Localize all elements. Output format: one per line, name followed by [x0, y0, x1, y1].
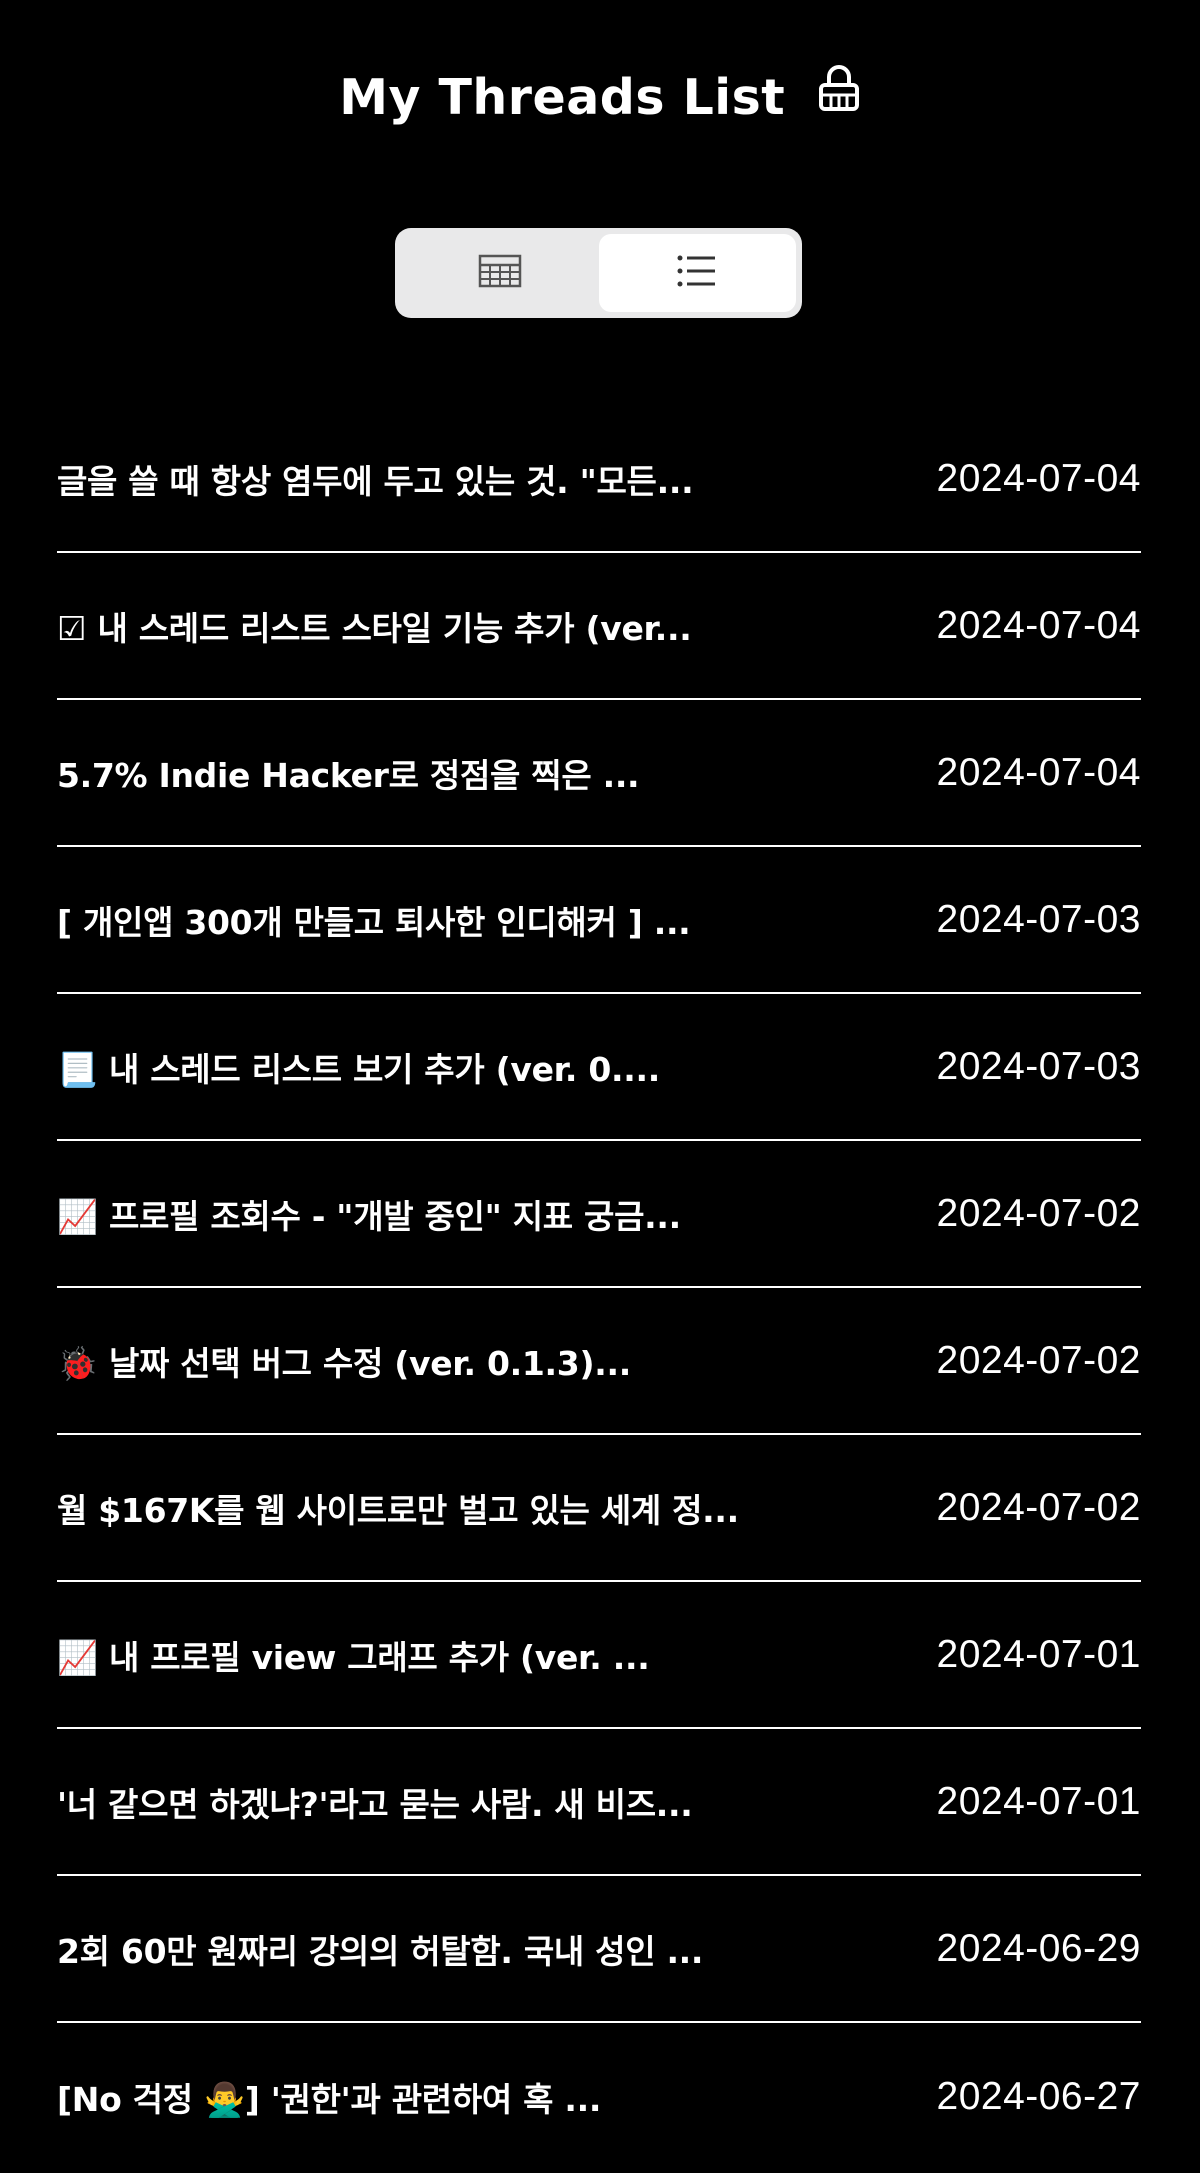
- thread-row[interactable]: '너 같으면 하겠냐?'라고 묻는 사람. 새 비즈... 2024-07-01: [57, 1729, 1141, 1876]
- thread-title: '너 같으면 하겠냐?'라고 묻는 사람. 새 비즈...: [57, 1784, 693, 1824]
- view-toggle: [395, 228, 802, 318]
- thread-title: 글을 쓸 때 항상 염두에 두고 있는 것. "모든...: [57, 461, 694, 501]
- thread-row[interactable]: [ 개인앱 300개 만들고 퇴사한 인디해커 ] ... 2024-07-03: [57, 847, 1141, 994]
- thread-date: 2024-07-02: [936, 1338, 1141, 1382]
- thread-date: 2024-06-27: [936, 2074, 1141, 2118]
- thread-row[interactable]: 2회 60만 원짜리 강의의 허탈함. 국내 성인 ... 2024-06-29: [57, 1876, 1141, 2023]
- thread-row[interactable]: 5.7% Indie Hacker로 정점을 찍은 ... 2024-07-04: [57, 700, 1141, 847]
- thread-row[interactable]: 월 $167K를 웹 사이트로만 벌고 있는 세계 정... 2024-07-0…: [57, 1435, 1141, 1582]
- list-icon: [677, 254, 717, 292]
- thread-date: 2024-07-04: [936, 750, 1141, 794]
- thread-title: 5.7% Indie Hacker로 정점을 찍은 ...: [57, 755, 640, 795]
- thread-date: 2024-07-01: [936, 1632, 1141, 1676]
- thread-title: 📈 내 프로필 view 그래프 추가 (ver. ...: [57, 1637, 650, 1677]
- thread-title: ☑ 내 스레드 리스트 스타일 기능 추가 (ver...: [57, 608, 692, 648]
- thread-row[interactable]: ☑ 내 스레드 리스트 스타일 기능 추가 (ver... 2024-07-04: [57, 553, 1141, 700]
- thread-row[interactable]: [No 걱정 🙅‍♂️] '권한'과 관련하여 혹 ... 2024-06-27: [57, 2023, 1141, 2170]
- thread-row[interactable]: 🐞 날짜 선택 버그 수정 (ver. 0.1.3)... 2024-07-02: [57, 1288, 1141, 1435]
- thread-date: 2024-07-02: [936, 1485, 1141, 1529]
- thread-date: 2024-07-02: [936, 1191, 1141, 1235]
- thread-title: 📃 내 스레드 리스트 보기 추가 (ver. 0....: [57, 1049, 660, 1089]
- thread-title: [ 개인앱 300개 만들고 퇴사한 인디해커 ] ...: [57, 902, 691, 942]
- thread-title: 월 $167K를 웹 사이트로만 벌고 있는 세계 정...: [57, 1490, 739, 1530]
- thread-title: 📈 프로필 조회수 - "개발 중인" 지표 궁금...: [57, 1196, 681, 1236]
- lock-icon: [817, 57, 861, 137]
- page-title: My Threads List: [0, 58, 1200, 141]
- grid-view-button[interactable]: [401, 234, 599, 312]
- thread-row[interactable]: 글을 쓸 때 항상 염두에 두고 있는 것. "모든... 2024-07-04: [57, 406, 1141, 553]
- thread-title: 2회 60만 원짜리 강의의 허탈함. 국내 성인 ...: [57, 1931, 704, 1971]
- thread-date: 2024-07-01: [936, 1779, 1141, 1823]
- thread-row[interactable]: 📃 내 스레드 리스트 보기 추가 (ver. 0.... 2024-07-03: [57, 994, 1141, 1141]
- list-view-button[interactable]: [598, 234, 796, 312]
- thread-date: 2024-07-03: [936, 897, 1141, 941]
- page-title-text: My Threads List: [339, 69, 786, 126]
- thread-date: 2024-07-03: [936, 1044, 1141, 1088]
- thread-date: 2024-07-04: [936, 603, 1141, 647]
- thread-date: 2024-07-04: [936, 456, 1141, 500]
- grid-icon: [478, 254, 522, 292]
- thread-row[interactable]: 📈 프로필 조회수 - "개발 중인" 지표 궁금... 2024-07-02: [57, 1141, 1141, 1288]
- threads-list: 글을 쓸 때 항상 염두에 두고 있는 것. "모든... 2024-07-04…: [57, 406, 1141, 2170]
- thread-title: 🐞 날짜 선택 버그 수정 (ver. 0.1.3)...: [57, 1343, 631, 1383]
- thread-title: [No 걱정 🙅‍♂️] '권한'과 관련하여 혹 ...: [57, 2079, 602, 2119]
- thread-row[interactable]: 📈 내 프로필 view 그래프 추가 (ver. ... 2024-07-01: [57, 1582, 1141, 1729]
- thread-date: 2024-06-29: [936, 1926, 1141, 1970]
